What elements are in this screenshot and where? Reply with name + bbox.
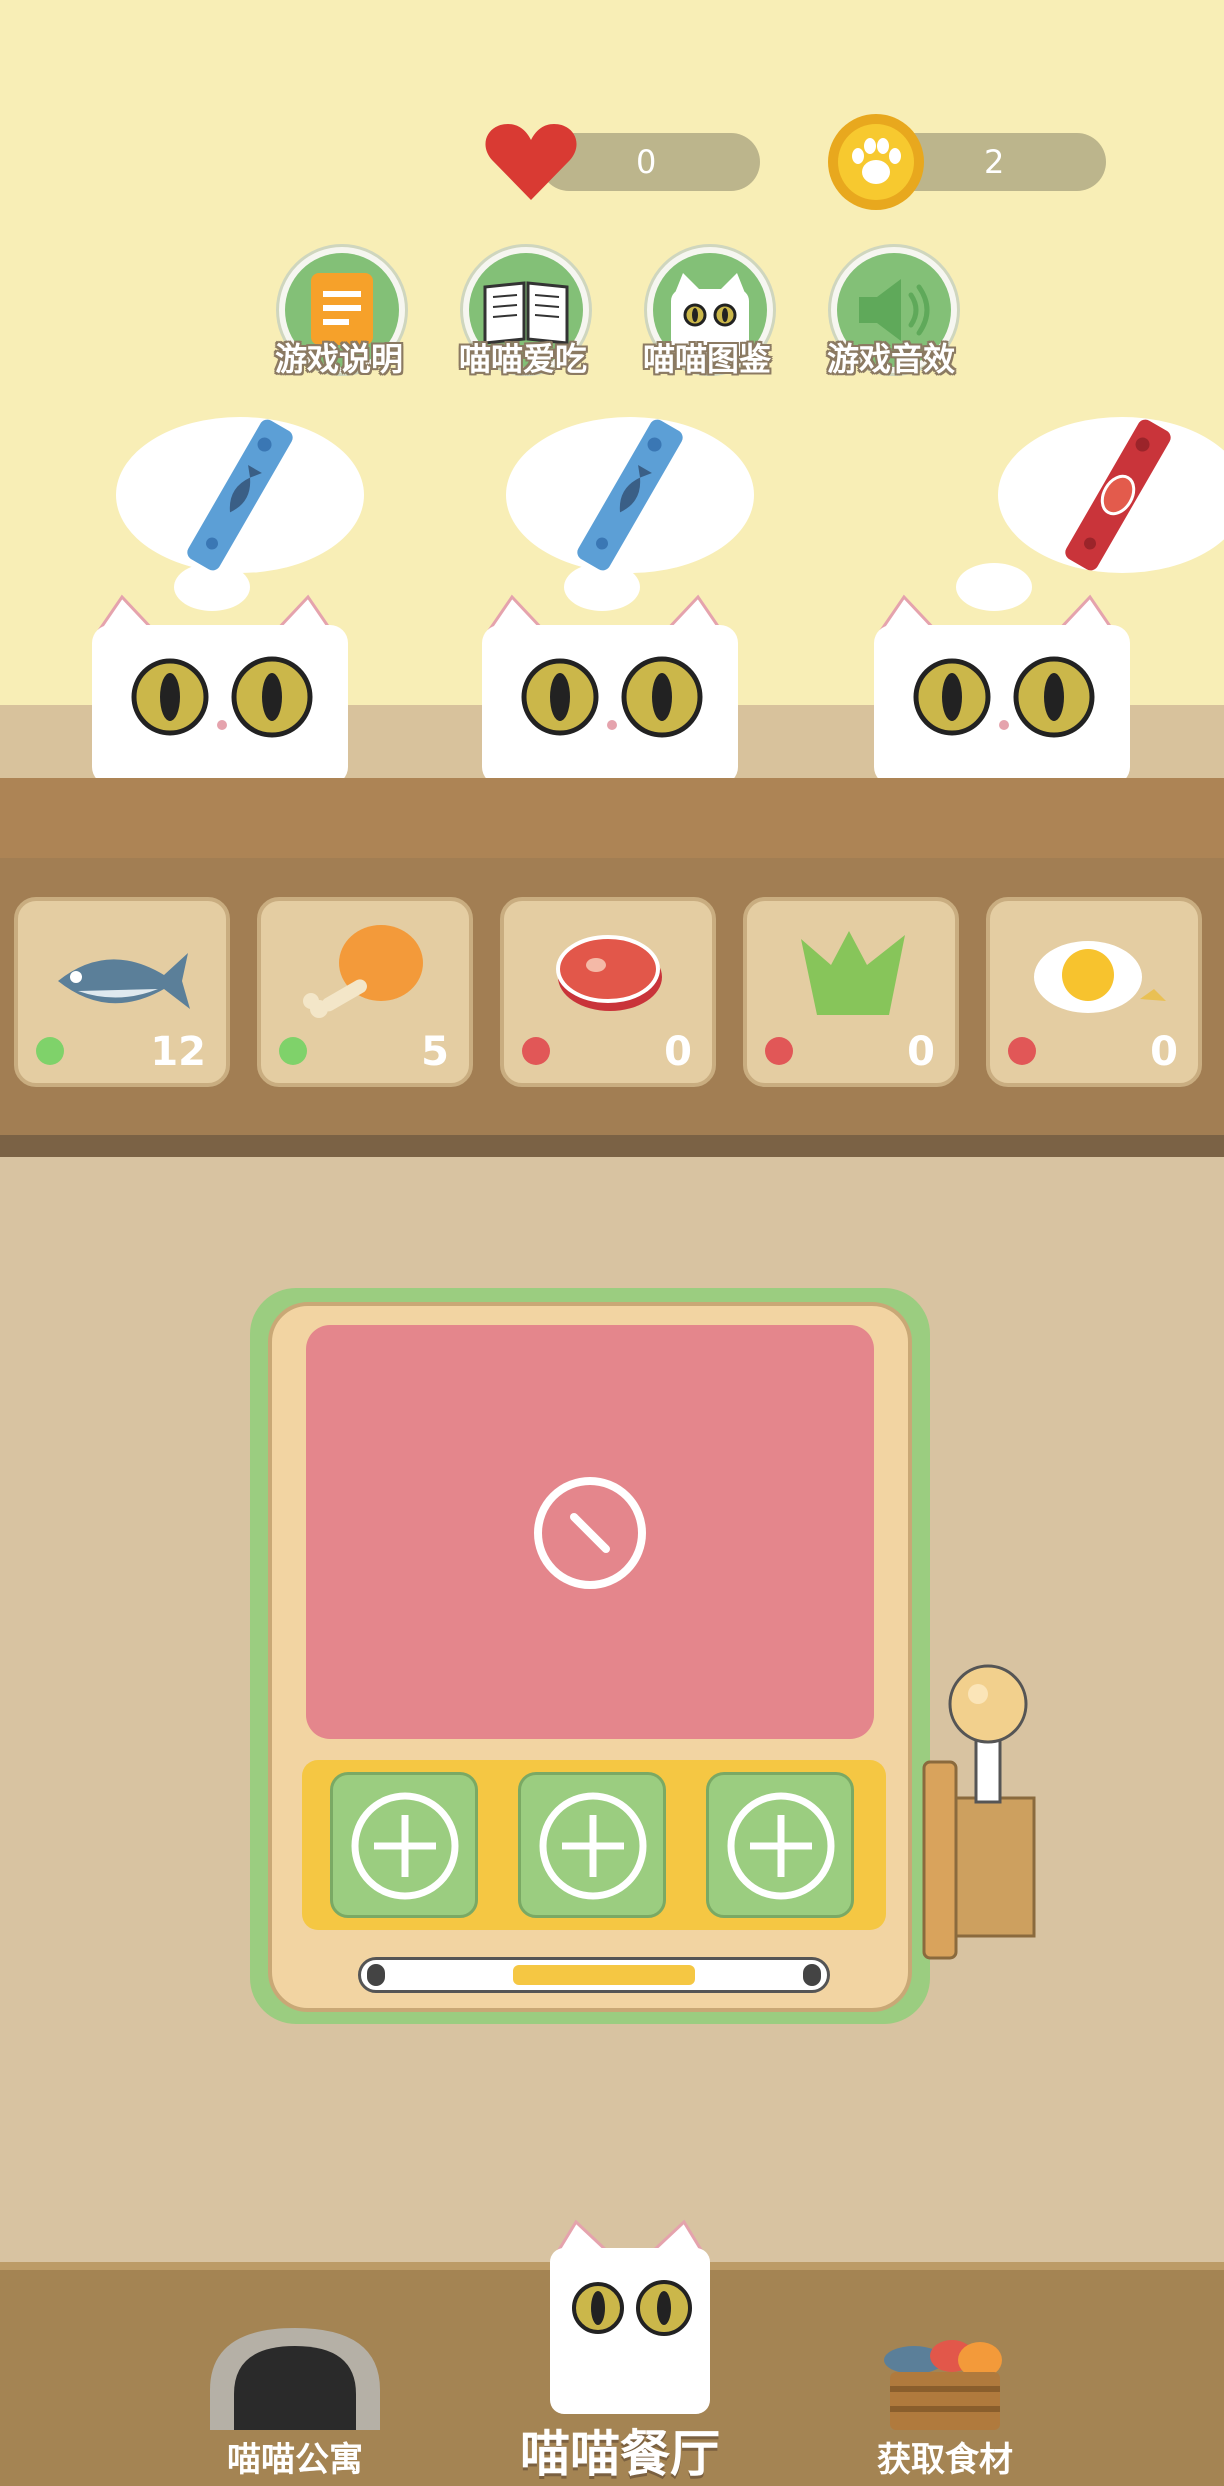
apartment-icon: [210, 2328, 380, 2430]
progress-cap-right: [803, 1964, 821, 1986]
plus-icon: [727, 1792, 835, 1900]
ingredient-chicken-leg[interactable]: 5: [257, 897, 473, 1087]
steak-icon: [556, 935, 662, 1011]
ingredient-count: 0: [1150, 1029, 1178, 1075]
ingredient-steak[interactable]: 0: [500, 897, 716, 1087]
plus-icon: [539, 1792, 647, 1900]
add-ingredient-slot-3[interactable]: [706, 1772, 854, 1918]
progress-cap-left: [367, 1964, 385, 1986]
menu-label: 游戏音效: [826, 340, 955, 378]
nav-label: 喵喵餐厅: [520, 2425, 720, 2483]
ingredient-egg[interactable]: 0: [986, 897, 1202, 1087]
customer-cat-3[interactable]: [870, 395, 1224, 789]
add-ingredient-slot-2[interactable]: [518, 1772, 666, 1918]
disabled-icon: [534, 1477, 646, 1589]
menu-label: 喵喵图鉴: [642, 340, 771, 378]
cooking-progress-bar: [358, 1957, 830, 1993]
hearts-count: 0: [636, 143, 657, 181]
availability-dot: [279, 1037, 307, 1065]
heart-icon: [485, 124, 577, 200]
menu-label: 喵喵爱吃: [458, 340, 587, 378]
chicken-leg-icon: [303, 925, 423, 1018]
nav-label: 喵喵公寓: [227, 2440, 363, 2480]
counter-shadow: [0, 1135, 1224, 1157]
ingredient-count: 0: [907, 1029, 935, 1075]
machine-lever[interactable]: [920, 1662, 1040, 1966]
availability-dot: [522, 1037, 550, 1065]
greens-icon: [801, 931, 905, 1015]
ingredient-count: 0: [664, 1029, 692, 1075]
ingredient-fish[interactable]: 12: [14, 897, 230, 1087]
ingredient-count: 12: [150, 1029, 206, 1075]
customer-cat-1[interactable]: [88, 395, 368, 789]
cooking-progress-fill: [512, 1965, 696, 1985]
counter-top: [0, 778, 1224, 858]
paws-count: 2: [984, 143, 1005, 181]
ingredient-count: 5: [421, 1029, 449, 1075]
plus-icon: [351, 1792, 459, 1900]
add-ingredient-slot-1[interactable]: [330, 1772, 478, 1918]
customer-cat-2[interactable]: [478, 395, 758, 789]
nav-get-ingredients[interactable]: 获取食材: [850, 2320, 1040, 2480]
nav-cat-apartment[interactable]: 喵喵公寓: [200, 2310, 390, 2480]
ingredient-greens[interactable]: 0: [743, 897, 959, 1087]
machine-screen: [306, 1325, 874, 1739]
paw-coin-icon: [828, 114, 924, 210]
menu-label: 游戏说明: [274, 340, 403, 378]
cat-restaurant-icon: [550, 2219, 710, 2414]
egg-icon: [1034, 941, 1166, 1013]
availability-dot: [36, 1037, 64, 1065]
food-basket-icon: [884, 2340, 1002, 2430]
nav-label: 获取食材: [877, 2440, 1013, 2480]
fish-icon: [58, 953, 190, 1009]
availability-dot: [765, 1037, 793, 1065]
availability-dot: [1008, 1037, 1036, 1065]
nav-cat-restaurant[interactable]: 喵喵餐厅: [490, 2218, 750, 2486]
